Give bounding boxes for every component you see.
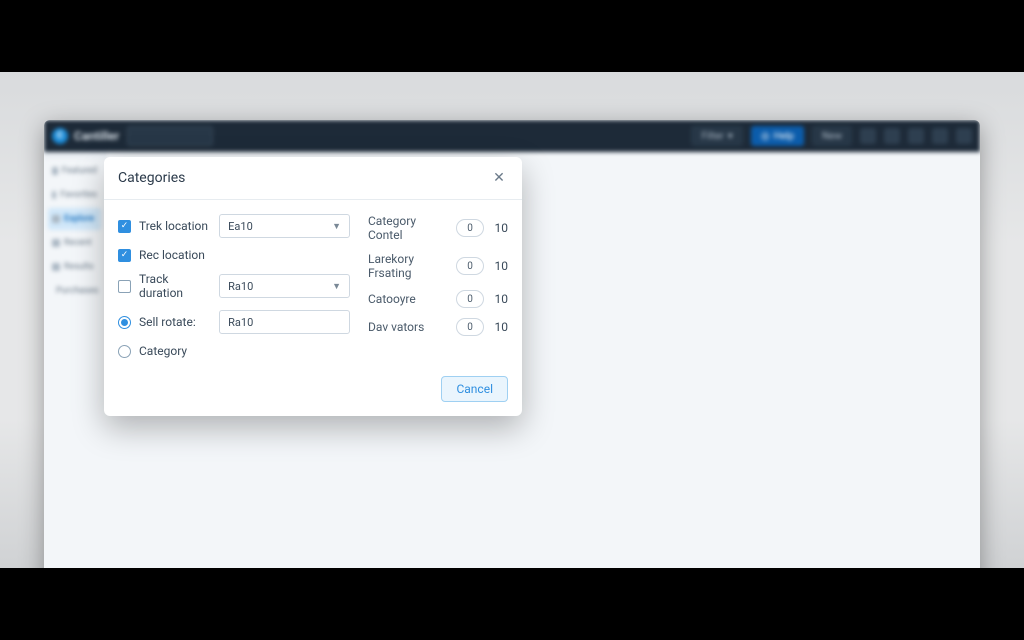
- option-label: Sell rotate:: [139, 315, 211, 329]
- modal-option-row: Sell rotate: Ra10: [118, 310, 350, 334]
- modal-value-row: Dav vators 0 10: [368, 318, 508, 336]
- modal-value-row: Larekory Frsating 0 10: [368, 252, 508, 280]
- close-icon[interactable]: ✕: [490, 169, 508, 187]
- option-label: Category: [139, 344, 217, 358]
- chevron-down-icon: ▼: [332, 281, 341, 292]
- option-label: Trek location: [139, 219, 211, 233]
- modal-option-row: Category: [118, 344, 350, 358]
- value-label: Larekory Frsating: [368, 252, 438, 280]
- cancel-button[interactable]: Cancel: [441, 376, 508, 402]
- value-number: 10: [490, 221, 508, 235]
- radio[interactable]: [118, 316, 131, 329]
- option-label: Rec location: [139, 248, 217, 262]
- value-number: 10: [490, 292, 508, 306]
- select-input[interactable]: Ra10▼: [219, 274, 350, 298]
- modal-option-row: Trek location Ea10▼: [118, 214, 350, 238]
- text-input[interactable]: Ra10: [219, 310, 350, 334]
- stepper-pill[interactable]: 0: [456, 257, 484, 275]
- checkbox[interactable]: [118, 280, 131, 293]
- value-label: Dav vators: [368, 320, 424, 334]
- value-label: Catooyre: [368, 292, 416, 306]
- value-label: Category Contel: [368, 214, 438, 242]
- modal-value-row: Category Contel 0 10: [368, 214, 508, 242]
- option-label: Track duration: [139, 272, 211, 300]
- select-input[interactable]: Ea10▼: [219, 214, 350, 238]
- modal-option-row: Track duration Ra10▼: [118, 272, 350, 300]
- modal-value-row: Catooyre 0 10: [368, 290, 508, 308]
- value-number: 10: [490, 320, 508, 334]
- viewport: C Cantiller Filter ▾ ◎ Help New Featured…: [0, 72, 1024, 568]
- modal-title: Categories: [118, 170, 185, 186]
- stepper-pill[interactable]: 0: [456, 318, 484, 336]
- checkbox[interactable]: [118, 249, 131, 262]
- stepper-pill[interactable]: 0: [456, 219, 484, 237]
- value-number: 10: [490, 259, 508, 273]
- categories-modal: Categories ✕ Trek location Ea10▼Rec locat…: [104, 157, 522, 416]
- chevron-down-icon: ▼: [332, 221, 341, 232]
- stepper-pill[interactable]: 0: [456, 290, 484, 308]
- checkbox[interactable]: [118, 220, 131, 233]
- modal-option-row: Rec location: [118, 248, 350, 262]
- radio[interactable]: [118, 345, 131, 358]
